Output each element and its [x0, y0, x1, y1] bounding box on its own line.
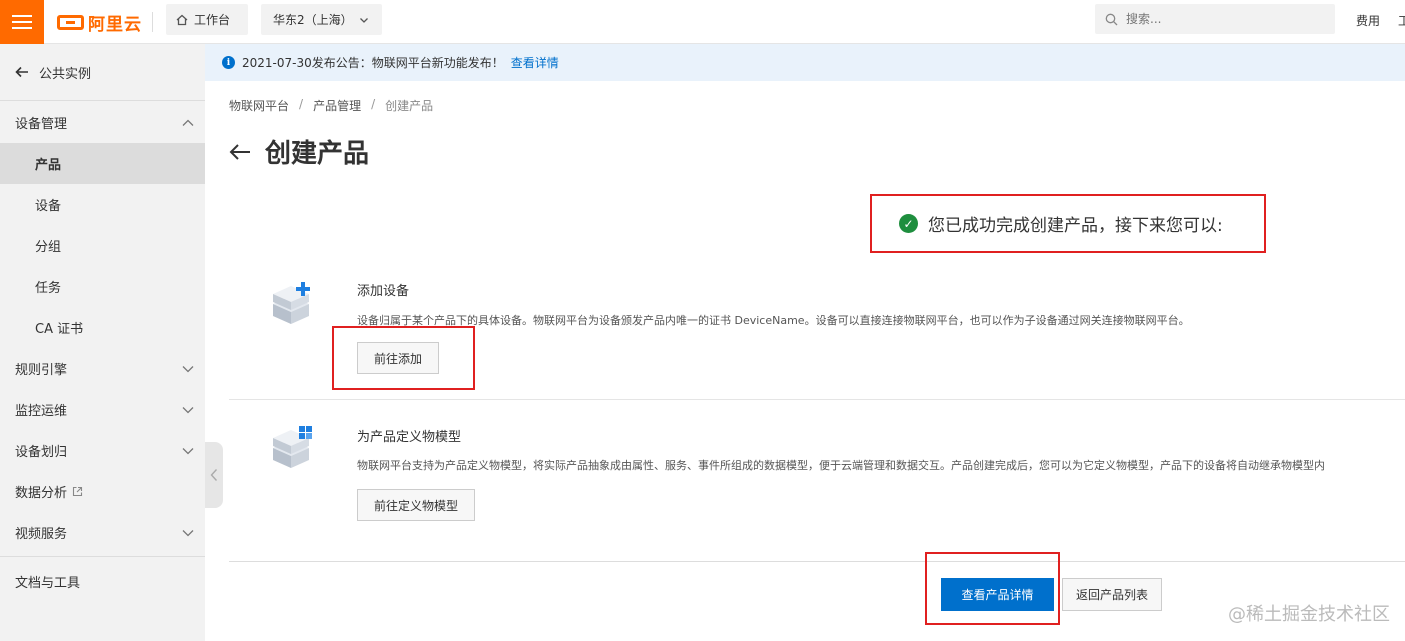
logo-text: 阿里云 — [88, 14, 142, 35]
sidebar-item-product[interactable]: 产品 — [0, 143, 205, 184]
chevron-left-icon — [210, 469, 218, 481]
group-label: 监控运维 — [15, 404, 68, 419]
breadcrumb-separator: / — [299, 97, 304, 111]
sidebar-item-task[interactable]: 任务 — [0, 266, 205, 307]
announcement-bar: i 2021-07-30发布公告：物联网平台新功能发布！ 查看详情 — [205, 44, 1405, 81]
chevron-down-icon — [182, 406, 194, 413]
sidebar-item-group[interactable]: 分组 — [0, 225, 205, 266]
breadcrumb-current: 创建产品 — [385, 99, 434, 113]
aliyun-logo[interactable]: 阿里云 — [57, 9, 142, 35]
group-label: 视频服务 — [15, 527, 68, 542]
back-to-instances[interactable]: 公共实例 — [0, 44, 205, 101]
external-link-icon — [72, 486, 83, 497]
group-label: 设备管理 — [15, 117, 68, 132]
sidebar-item-device[interactable]: 设备 — [0, 184, 205, 225]
next-step-define-model: 为产品定义物模型 物联网平台支持为产品定义物模型，将实际产品抽象成由属性、服务、… — [229, 400, 1405, 562]
divider — [152, 12, 153, 32]
workbench-button[interactable]: 工作台 — [166, 4, 248, 35]
group-label-wrap: 数据分析 — [15, 482, 83, 501]
sidebar-group-monitoring[interactable]: 监控运维 — [0, 389, 205, 430]
success-message: ✓ 您已成功完成创建产品，接下来您可以: — [870, 194, 1266, 253]
go-define-model-button[interactable]: 前往定义物模型 — [357, 489, 475, 521]
thing-model-icon — [273, 426, 312, 468]
page-header: 创建产品 — [229, 133, 369, 170]
region-select[interactable]: 华东2（上海） — [261, 4, 382, 35]
step-title: 添加设备 — [357, 284, 410, 299]
sidebar-group-video[interactable]: 视频服务 — [0, 512, 205, 553]
search-input[interactable] — [1126, 12, 1306, 26]
next-step-add-device: 添加设备 设备归属于某个产品下的具体设备。物联网平台为设备颁发产品内唯一的证书 … — [229, 262, 1405, 400]
announcement-details-link[interactable]: 查看详情 — [511, 54, 559, 71]
breadcrumb-iot-platform[interactable]: 物联网平台 — [229, 97, 289, 114]
group-label: 设备划归 — [15, 445, 68, 460]
watermark: @稀土掘金技术社区 — [1228, 604, 1390, 625]
search-icon — [1105, 13, 1118, 25]
breadcrumb-separator: / — [371, 97, 376, 111]
device-add-icon — [273, 282, 310, 324]
sidebar-collapse-handle[interactable] — [205, 442, 223, 508]
back-label: 公共实例 — [39, 66, 92, 82]
top-bar: 阿里云 工作台 华东2（上海） 费用 工 — [0, 0, 1405, 44]
breadcrumb-product-mgmt[interactable]: 产品管理 — [313, 97, 361, 114]
region-label: 华东2（上海） — [273, 13, 353, 27]
group-label: 规则引擎 — [15, 363, 68, 378]
info-icon: i — [222, 56, 235, 69]
chevron-down-icon — [359, 17, 368, 23]
fees-link[interactable]: 费用 — [1356, 12, 1380, 29]
breadcrumb: 物联网平台 / 产品管理 / 创建产品 — [229, 97, 433, 114]
chevron-up-icon — [182, 119, 194, 126]
group-label: 数据分析 — [15, 486, 68, 501]
announcement-text: 2021-07-30发布公告：物联网平台新功能发布！ — [242, 56, 504, 70]
search-box[interactable] — [1095, 4, 1335, 34]
sidebar-group-rules[interactable]: 规则引擎 — [0, 348, 205, 389]
back-arrow-icon[interactable] — [229, 143, 251, 161]
arrow-left-icon — [15, 66, 28, 78]
step-title: 为产品定义物模型 — [357, 430, 462, 445]
go-add-device-button[interactable]: 前往添加 — [357, 342, 439, 374]
back-to-product-list-button[interactable]: 返回产品列表 — [1062, 578, 1162, 611]
step-description: 设备归属于某个产品下的具体设备。物联网平台为设备颁发产品内唯一的证书 Devic… — [357, 314, 1190, 327]
success-text: 您已成功完成创建产品，接下来您可以: — [928, 216, 1223, 236]
sidebar-group-device-assign[interactable]: 设备划归 — [0, 430, 205, 471]
step-description: 物联网平台支持为产品定义物模型，将实际产品抽象成由属性、服务、事件所组成的数据模… — [357, 459, 1325, 472]
chevron-down-icon — [182, 365, 194, 372]
chevron-down-icon — [182, 529, 194, 536]
view-product-details-button[interactable]: 查看产品详情 — [941, 578, 1054, 611]
sidebar-item-docs[interactable]: 文档与工具 — [0, 557, 205, 605]
sidebar-group-device-mgmt[interactable]: 设备管理 — [0, 102, 205, 143]
home-icon — [176, 14, 188, 25]
sidebar: 公共实例 设备管理 产品 设备 分组 任务 CA 证书 规则引擎 监控运维 设备… — [0, 44, 205, 641]
chevron-down-icon — [182, 447, 194, 454]
sidebar-group-data-analysis[interactable]: 数据分析 — [0, 471, 205, 512]
menu-icon[interactable] — [0, 0, 44, 44]
sidebar-item-ca-cert[interactable]: CA 证书 — [0, 307, 205, 348]
logo-mark-icon — [57, 14, 84, 30]
workbench-label: 工作台 — [194, 13, 231, 27]
check-circle-icon: ✓ — [899, 214, 918, 233]
page-title: 创建产品 — [265, 139, 370, 169]
truncated-nav-link[interactable]: 工 — [1398, 12, 1405, 29]
